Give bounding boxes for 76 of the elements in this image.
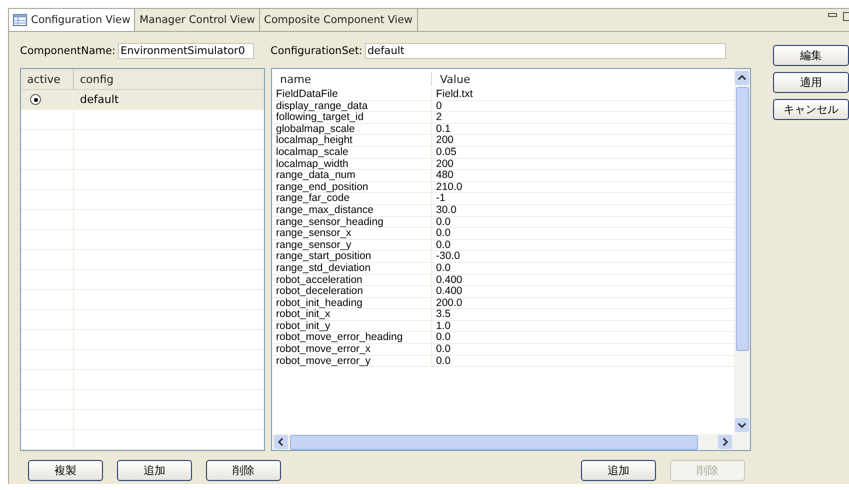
table-cell-text: 200 xyxy=(435,135,455,146)
table-cell: localmap_width xyxy=(272,158,432,170)
table-cell: range_data_num xyxy=(272,170,432,181)
table-cell-text: 0.05 xyxy=(435,146,458,158)
table-cell: range_sensor_x xyxy=(272,228,432,239)
table-cell-text: 2 xyxy=(435,112,443,123)
table-cell: robot_move_error_x xyxy=(272,344,432,355)
table-cell: display_range_data xyxy=(272,100,432,112)
table-cell-text: 1.0 xyxy=(435,320,452,332)
table-cell-text: 30.0 xyxy=(435,204,458,216)
table-cell: robot_deceleration xyxy=(272,286,432,297)
column-header: name xyxy=(272,72,432,86)
table-cell-text: 0.400 xyxy=(435,274,464,286)
table-cell-text: 0.400 xyxy=(435,286,464,297)
table-cell-text: 0.0 xyxy=(435,228,452,239)
table-cell-text: 200.0 xyxy=(435,298,464,308)
table-cell-text: 0.0 xyxy=(435,240,452,250)
table-cell-text: -1 xyxy=(435,193,446,204)
action-button[interactable]: 複製 xyxy=(28,460,103,481)
table-cell: FieldDataFile xyxy=(272,89,432,100)
radio-button[interactable] xyxy=(30,94,41,105)
table-cell: robot_init_x xyxy=(272,309,432,320)
vertical-scrollbar[interactable] xyxy=(734,69,750,450)
table-cell: range_sensor_heading xyxy=(272,216,432,228)
action-button[interactable]: キャンセル xyxy=(773,99,849,120)
action-button[interactable]: 追加 xyxy=(117,460,192,481)
config-row[interactable]: default xyxy=(21,90,264,110)
scroll-right-icon[interactable] xyxy=(718,435,732,449)
table-cell: robot_move_error_y xyxy=(272,356,432,366)
field-label: ComponentName: xyxy=(20,45,116,57)
table-cell: robot_init_heading xyxy=(272,298,432,308)
table-icon xyxy=(13,14,27,26)
column-header: config xyxy=(79,72,115,88)
table-cell-text: 3.5 xyxy=(435,309,452,320)
minimize-icon[interactable] xyxy=(828,13,837,19)
table-cell: localmap_scale xyxy=(272,146,432,158)
table-cell-text: 0 xyxy=(435,100,443,112)
table-cell: range_start_position xyxy=(272,251,432,262)
table-cell: globalmap_scale xyxy=(272,124,432,134)
table-cell-text: 480 xyxy=(435,170,455,181)
action-button[interactable]: 削除 xyxy=(206,460,281,481)
table-cell-text: 0.1 xyxy=(435,124,452,134)
table-cell-text: 0.0 xyxy=(435,344,452,355)
table-cell-text: Field.txt xyxy=(435,89,474,100)
table-cell: localmap_height xyxy=(272,135,432,146)
action-button[interactable]: 適用 xyxy=(773,72,849,93)
table-cell-text: 0.0 xyxy=(435,216,452,228)
table-cell-text: 0.0 xyxy=(435,332,452,344)
scroll-up-icon[interactable] xyxy=(735,71,749,85)
view-tab[interactable]: Configuration View xyxy=(9,9,136,31)
table-cell: robot_move_error_heading xyxy=(272,332,432,344)
table-cell: range_std_deviation xyxy=(272,262,432,274)
table-cell-text: 210.0 xyxy=(435,182,464,192)
scroll-left-icon[interactable] xyxy=(274,435,288,449)
table-cell-text: 0.0 xyxy=(435,262,452,274)
table-cell-text: default xyxy=(79,92,120,108)
horizontal-scrollbar[interactable] xyxy=(272,434,734,450)
column-header: Value xyxy=(439,72,472,88)
table-cell: robot_init_y xyxy=(272,320,432,332)
table-cell: following_target_id xyxy=(272,112,432,123)
configuration-set-field[interactable]: default xyxy=(365,43,726,59)
component-name-field[interactable]: EnvironmentSimulator0 xyxy=(118,43,254,59)
table-cell: range_far_code xyxy=(272,193,432,204)
field-label: ConfigurationSet: xyxy=(270,45,362,57)
table-cell-text: 0.0 xyxy=(435,356,452,366)
table-cell: robot_acceleration xyxy=(272,274,432,286)
column-header: active xyxy=(21,69,74,89)
table-cell-text: 200 xyxy=(435,158,455,170)
table-cell: range_sensor_y xyxy=(272,240,432,250)
table-cell: range_end_position xyxy=(272,182,432,192)
table-cell: range_max_distance xyxy=(272,204,432,216)
table-cell-text: -30.0 xyxy=(435,251,461,262)
action-button[interactable]: 追加 xyxy=(581,460,656,481)
scroll-down-icon[interactable] xyxy=(735,418,749,432)
action-button[interactable]: 編集 xyxy=(773,45,849,66)
maximize-icon[interactable] xyxy=(843,12,849,21)
